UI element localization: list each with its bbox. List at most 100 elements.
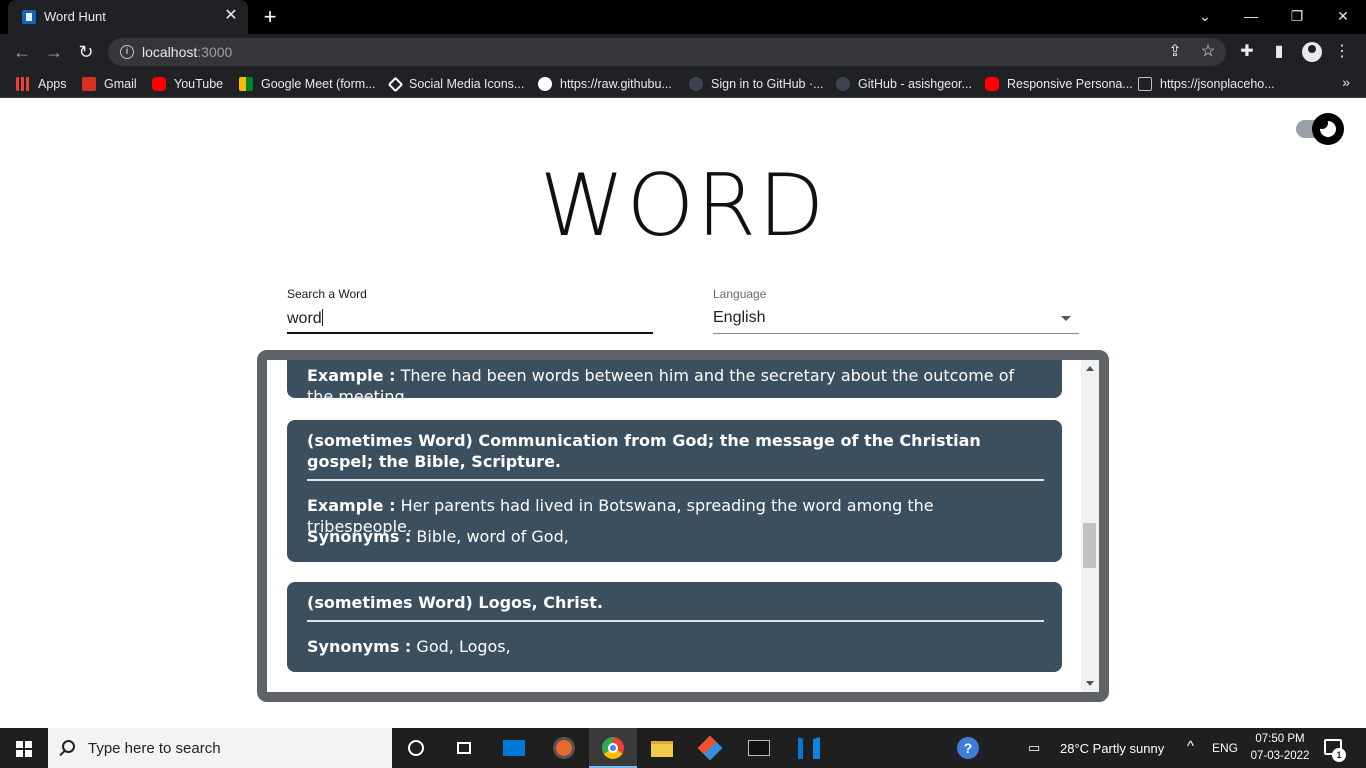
globe-icon [538,77,552,91]
card-divider [307,620,1044,622]
start-button[interactable] [0,728,48,768]
example-line: Example : There had been words between h… [307,365,1043,407]
github-icon [689,77,703,91]
vscode-icon [798,737,820,759]
tray-chevron-icon[interactable]: ^ [1187,738,1194,755]
site-info-icon[interactable]: i [120,45,134,59]
bookmark-gmail[interactable]: Gmail [82,76,137,92]
task-view-button[interactable] [440,728,488,768]
taskbar-file-explorer[interactable] [638,728,686,768]
bookmark-star-icon[interactable]: ☆ [1196,40,1220,64]
youtube-icon [985,77,999,91]
meet-icon [239,77,253,91]
side-panel-icon[interactable]: ▮ [1267,40,1291,64]
folder-icon [651,741,673,757]
bookmark-jsonplaceholder[interactable]: https://jsonplaceho... [1138,76,1275,92]
taskbar-terminal[interactable] [735,728,783,768]
bookmark-label: GitHub - asishgeor... [858,77,972,91]
clock[interactable]: 07:50 PM 07-03-2022 [1244,731,1316,765]
bookmark-responsive-portfolio[interactable]: Responsive Persona... [985,76,1133,92]
notification-badge: 1 [1332,748,1346,762]
input-language[interactable]: ENG [1212,741,1238,755]
bookmark-label: Sign in to GitHub ·... [711,77,824,91]
menu-kebab-icon[interactable]: ⋮ [1330,40,1354,64]
weather-icon[interactable]: ▭ [1028,740,1040,756]
bookmark-label: Apps [38,77,67,91]
reload-button[interactable]: ↻ [74,40,98,64]
cortana-icon [408,740,424,756]
bookmark-youtube[interactable]: YouTube [152,76,223,92]
bookmark-sign-in-github[interactable]: Sign in to GitHub ·... [689,76,824,92]
browser-tab[interactable]: Word Hunt ✕ [8,0,248,34]
tab-strip: Word Hunt ✕ + ⌄ — ❐ ✕ [0,0,1366,34]
forward-button[interactable]: → [42,40,66,64]
bookmark-label: Gmail [104,77,137,91]
address-bar[interactable]: i localhost:3000 ⇪ ☆ [108,38,1226,66]
bookmark-raw-githubusercontent[interactable]: https://raw.githubu... [538,76,672,92]
weather-text[interactable]: 28°C Partly sunny [1060,741,1164,756]
bookmark-apps[interactable]: Apps [16,76,67,92]
search-label: Search a Word [287,287,367,301]
bookmark-label: Social Media Icons... [409,77,525,91]
url-text: localhost:3000 [142,44,232,60]
dark-mode-toggle[interactable] [1312,113,1344,145]
language-select[interactable]: English [713,309,765,327]
taskbar-vscode[interactable] [785,728,833,768]
share-icon[interactable]: ⇪ [1163,40,1187,64]
taskbar-chrome[interactable] [589,728,637,768]
tab-search-icon[interactable]: ⌄ [1182,0,1228,34]
definition-text: (sometimes Word) Logos, Christ. [307,593,603,612]
url-host: localhost [142,44,198,60]
bookmark-github-asishgeorge[interactable]: GitHub - asishgeor... [836,76,972,92]
definitions-panel[interactable]: Example : There had been words between h… [257,350,1109,702]
definition-card: (sometimes Word) Logos, Christ. Synonyms… [287,582,1062,672]
github-icon [836,77,850,91]
panel-scrollbar[interactable] [1081,360,1099,692]
bookmark-label: https://jsonplaceho... [1160,77,1275,91]
page-content: WORD Search a Word word Language English… [0,98,1366,728]
browser-toolbar: ← → ↻ i localhost:3000 ⇪ ☆ ✚ ▮ ⋮ [0,34,1366,70]
language-label: Language [713,287,767,301]
close-window-button[interactable]: ✕ [1320,0,1366,34]
bookmark-google-meet[interactable]: Google Meet (form... [239,76,376,92]
task-view-icon [457,742,471,754]
bookmark-social-media-icons[interactable]: Social Media Icons... [387,76,525,92]
cortana-button[interactable] [392,728,440,768]
profile-avatar[interactable] [1302,42,1322,62]
search-input[interactable]: word [287,309,323,328]
restore-button[interactable]: ❐ [1274,0,1320,34]
bookmark-label: Google Meet (form... [261,77,376,91]
jsonplaceholder-icon [1138,77,1152,91]
extensions-icon[interactable]: ✚ [1235,40,1259,64]
dropdown-arrow-icon[interactable] [1061,316,1071,321]
definition-card: Example : There had been words between h… [287,360,1062,406]
new-tab-button[interactable]: + [258,5,282,29]
search-underline [287,332,653,334]
taskbar-media-player[interactable] [540,728,588,768]
taskbar-search-placeholder: Type here to search [88,740,221,757]
scroll-down-arrow-icon[interactable] [1086,681,1094,686]
windows-taskbar: Type here to search ? ▭ 28°C Partly sunn… [0,728,1366,768]
synonyms-text: God, Logos, [416,637,511,656]
language-underline [713,333,1079,334]
scroll-up-arrow-icon[interactable] [1086,366,1094,371]
git-icon [697,735,723,761]
minimize-button[interactable]: — [1228,0,1274,34]
back-button[interactable]: ← [10,40,34,64]
youtube-icon [152,77,166,91]
taskbar-search[interactable]: Type here to search [48,728,392,768]
bookmarks-bar: Apps Gmail YouTube Google Meet (form... … [0,70,1366,98]
media-player-icon [553,737,575,759]
taskbar-mail[interactable] [490,728,538,768]
help-tray-button[interactable]: ? [944,728,992,768]
scroll-thumb[interactable] [1083,523,1096,568]
taskbar-git[interactable] [686,728,734,768]
help-icon: ? [957,737,979,759]
url-port: :3000 [197,44,233,60]
tab-close-icon[interactable]: ✕ [222,7,240,25]
more-bookmarks-icon[interactable]: » [1342,74,1350,90]
codepen-icon [387,76,404,92]
definition-card: (sometimes Word) Communication from God;… [287,420,1062,562]
bookmark-label: Responsive Persona... [1007,77,1133,91]
example-text: There had been words between him and the… [307,366,1015,406]
